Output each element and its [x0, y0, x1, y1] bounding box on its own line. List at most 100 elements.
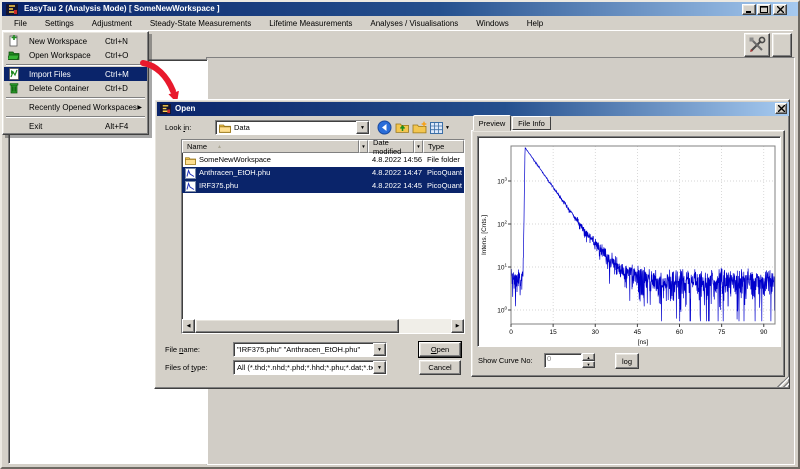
svg-text:0: 0 — [509, 329, 513, 336]
svg-text:103: 103 — [497, 177, 507, 186]
svg-text:60: 60 — [676, 329, 684, 336]
menu-item-shortcut: Ctrl+N — [105, 37, 128, 46]
menu-item-import-files[interactable]: Import Files Ctrl+M — [4, 67, 147, 81]
dialog-close-button[interactable] — [775, 103, 787, 114]
menu-item-label: Recently Opened Workspaces — [29, 103, 137, 112]
look-in-combobox[interactable]: Data ▼ — [215, 120, 370, 135]
tab-preview[interactable]: Preview — [473, 115, 511, 131]
menu-windows[interactable]: Windows — [467, 17, 517, 30]
menu-lifetime[interactable]: Lifetime Measurements — [260, 17, 361, 30]
look-in-label: Look in: — [165, 123, 191, 132]
preview-chart-box: 0 15 30 45 60 75 90 100 101 102 103 [ns] Intens. [Cn… — [477, 136, 781, 347]
up-one-level-button[interactable] — [395, 120, 410, 135]
dialog-title: Open — [175, 104, 195, 113]
files-of-type-dropdown-button[interactable]: ▼ — [373, 361, 386, 374]
scrollbar-thumb[interactable] — [195, 319, 399, 333]
spinner-up-button[interactable]: ▲ — [582, 353, 595, 361]
import-files-icon — [8, 68, 20, 80]
file-name-combobox[interactable]: "IRF375.phu" "Anthracen_EtOH.phu" ▼ — [233, 342, 387, 357]
view-menu-button[interactable]: ▼ — [430, 120, 451, 135]
file-row-folder[interactable]: SomeNewWorkspace 4.8.2022 14:56 File fol… — [182, 154, 464, 167]
settings-tools-button[interactable] — [744, 33, 770, 57]
minimize-button[interactable] — [742, 4, 756, 15]
column-filter-button[interactable]: ▼ — [414, 140, 423, 153]
menu-settings[interactable]: Settings — [36, 17, 83, 30]
menu-item-shortcut: Ctrl+D — [105, 84, 128, 93]
menu-item-label: Import Files — [29, 70, 71, 79]
column-header-type[interactable]: Type — [423, 140, 464, 153]
scroll-right-button[interactable]: ▶ — [451, 319, 464, 333]
easytau-window: EasyTau 2 (Analysis Mode) [ SomeNewWorks… — [0, 0, 800, 469]
show-curve-input[interactable]: 0 — [544, 353, 582, 368]
menu-item-open-workspace[interactable]: Open Workspace Ctrl+O — [4, 48, 147, 62]
file-row-selected[interactable]: Anthracen_EtOH.phu 4.8.2022 14:47 PicoQu… — [182, 167, 464, 180]
menu-item-new-workspace[interactable]: New Workspace Ctrl+N — [4, 34, 147, 48]
close-button[interactable] — [773, 4, 787, 15]
menu-item-shortcut: Ctrl+O — [105, 51, 128, 60]
horizontal-scrollbar[interactable]: ◀ ▶ — [182, 319, 464, 333]
tab-file-info[interactable]: File Info — [512, 116, 551, 130]
cancel-button[interactable]: Cancel — [419, 360, 461, 375]
app-icon — [6, 4, 18, 15]
column-header-date[interactable]: Date modified — [368, 140, 414, 153]
svg-text:30: 30 — [592, 329, 600, 336]
column-filter-button[interactable]: ▼ — [359, 140, 368, 153]
show-curve-spinner[interactable]: ▲ ▼ — [582, 353, 595, 368]
svg-text:75: 75 — [718, 329, 726, 336]
menu-item-exit[interactable]: Exit Alt+F4 — [4, 119, 147, 133]
svg-text:100: 100 — [497, 306, 507, 315]
spinner-down-button[interactable]: ▼ — [582, 361, 595, 368]
view-grid-icon — [430, 122, 443, 134]
svg-text:101: 101 — [497, 263, 507, 272]
menu-item-shortcut: Ctrl+M — [105, 70, 129, 79]
new-folder-button[interactable] — [412, 120, 428, 135]
new-workspace-icon — [8, 35, 20, 47]
menu-item-label: Open Workspace — [29, 51, 91, 60]
svg-text:15: 15 — [550, 329, 558, 336]
svg-text:Intens. [Cnts.]: Intens. [Cnts.] — [481, 215, 488, 255]
preview-chart: 0 15 30 45 60 75 90 100 101 102 103 [ns] Intens. [Cn… — [478, 137, 780, 346]
file-row-selected[interactable]: IRF375.phu 4.8.2022 14:45 PicoQuant H — [182, 180, 464, 193]
open-dialog: Open Look in: Data ▼ — [154, 99, 790, 389]
folder-up-icon — [395, 120, 410, 135]
menu-steady-state[interactable]: Steady-State Measurements — [141, 17, 260, 30]
show-curve-label: Show Curve No: — [478, 356, 533, 365]
tools-icon — [748, 36, 766, 54]
minimize-icon — [745, 6, 753, 13]
window-title: EasyTau 2 (Analysis Mode) — [24, 4, 127, 13]
look-in-dropdown-button[interactable]: ▼ — [356, 121, 369, 134]
dialog-title-bar[interactable]: Open — [157, 102, 789, 116]
svg-text:102: 102 — [497, 220, 507, 229]
menu-help[interactable]: Help — [518, 17, 552, 30]
file-name-label: File name: — [165, 345, 200, 354]
resize-grip[interactable] — [777, 375, 789, 387]
dialog-app-icon — [160, 104, 171, 114]
log-scale-button[interactable]: log — [615, 353, 639, 369]
menu-file[interactable]: File — [5, 17, 36, 30]
maximize-icon — [760, 6, 768, 13]
files-of-type-combobox[interactable]: All (*.thd;*.nhd;*.phd;*.hhd;*.phu;*.dat… — [233, 360, 387, 375]
scroll-left-button[interactable]: ◀ — [182, 319, 195, 333]
svg-text:45: 45 — [634, 329, 642, 336]
svg-text:90: 90 — [760, 329, 768, 336]
svg-text:[ns]: [ns] — [638, 339, 649, 346]
sort-ascending-icon: ▲ — [217, 144, 222, 150]
column-header-name[interactable]: Name ▲ — [182, 140, 359, 153]
menu-analyses[interactable]: Analyses / Visualisations — [361, 17, 467, 30]
toolbar-spacer — [772, 33, 792, 57]
title-bar[interactable]: EasyTau 2 (Analysis Mode) [ SomeNewWorks… — [2, 2, 798, 16]
folder-icon — [219, 123, 231, 133]
file-name-dropdown-button[interactable]: ▼ — [373, 343, 386, 356]
open-button[interactable]: Open — [419, 342, 461, 357]
phu-file-icon — [185, 181, 196, 192]
view-menu-arrow-icon: ▼ — [445, 125, 450, 131]
open-workspace-icon — [8, 49, 20, 61]
maximize-button[interactable] — [757, 4, 771, 15]
menu-item-label: Delete Container — [29, 84, 89, 93]
look-in-value: Data — [231, 123, 356, 132]
menu-item-recent-workspaces[interactable]: Recently Opened Workspaces ▶ — [4, 100, 147, 114]
back-button[interactable] — [377, 120, 393, 135]
menu-item-delete-container[interactable]: Delete Container Ctrl+D — [4, 81, 147, 95]
delete-container-icon — [8, 82, 20, 94]
menu-adjustment[interactable]: Adjustment — [83, 17, 141, 30]
